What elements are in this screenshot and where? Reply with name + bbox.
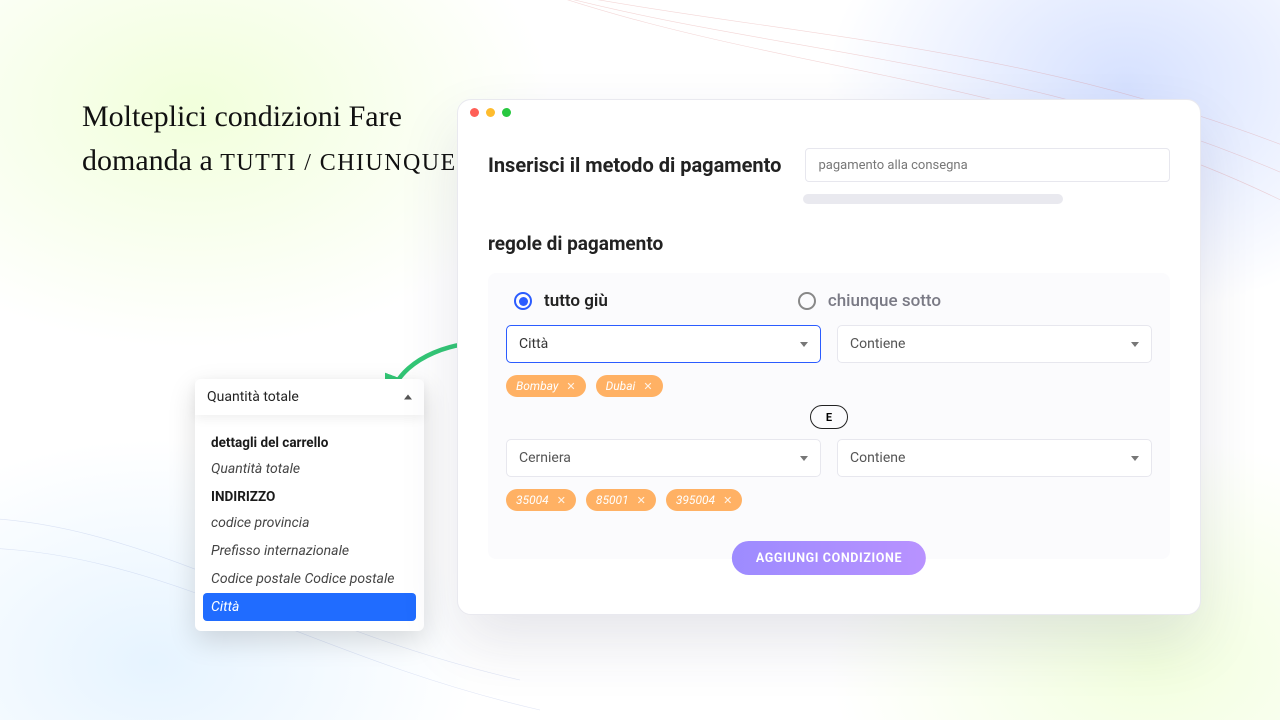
filter-chip[interactable]: 395004✕: [666, 489, 742, 511]
remove-chip-icon[interactable]: ✕: [723, 494, 732, 507]
filter-chip[interactable]: Bombay✕: [506, 375, 586, 397]
rule2-field-select[interactable]: Cerniera: [506, 439, 821, 477]
minimize-icon[interactable]: [486, 108, 495, 117]
section-payment-method-title: Inserisci il metodo di pagamento: [488, 153, 781, 177]
remove-chip-icon[interactable]: ✕: [566, 380, 575, 393]
field-dropdown-popover: Quantità totale dettagli del carrelloQua…: [195, 379, 424, 631]
chevron-down-icon: [800, 342, 808, 347]
zoom-icon[interactable]: [502, 108, 511, 117]
rules-card: Inserisci il metodo di pagamento pagamen…: [457, 99, 1201, 615]
remove-chip-icon[interactable]: ✕: [643, 380, 652, 393]
window-titlebar: [458, 100, 1200, 120]
headline-line1: Molteplici condizioni Fare: [82, 100, 402, 133]
rule1-field-select[interactable]: Città: [506, 325, 821, 363]
chevron-down-icon: [1131, 342, 1139, 347]
radio-off-icon: [798, 292, 816, 310]
add-condition-button[interactable]: AGGIUNGI CONDIZIONE: [732, 541, 926, 575]
section-rules-title: regole di pagamento: [488, 232, 1170, 255]
rule2-chips: 35004✕ 85001✕ 395004✕: [506, 489, 1152, 511]
filter-chip[interactable]: 35004✕: [506, 489, 576, 511]
rules-panel: tutto giù chiunque sotto Città Contiene …: [488, 273, 1170, 559]
remove-chip-icon[interactable]: ✕: [557, 494, 566, 507]
radio-on-icon: [514, 292, 532, 310]
filter-chip[interactable]: 85001✕: [586, 489, 656, 511]
remove-chip-icon[interactable]: ✕: [637, 494, 646, 507]
close-icon[interactable]: [470, 108, 479, 117]
rule1-op-select[interactable]: Contiene: [837, 325, 1152, 363]
payment-method-input[interactable]: pagamento alla consegna: [805, 148, 1170, 182]
group-label: dettagli del carrello: [203, 429, 416, 455]
combo-current-value[interactable]: Quantità totale: [195, 379, 424, 415]
dropdown-item[interactable]: Prefisso internazionale: [203, 537, 416, 565]
and-connector: E: [810, 405, 848, 429]
rule1-chips: Bombay✕ Dubai✕: [506, 375, 1152, 397]
radio-any-below[interactable]: chiunque sotto: [798, 291, 941, 311]
group-label: INDIRIZZO: [203, 483, 416, 509]
loading-placeholder: [803, 194, 1063, 204]
dropdown-item[interactable]: Città: [203, 593, 416, 621]
chevron-down-icon: [800, 456, 808, 461]
headline-line2-pre: domanda a: [82, 144, 220, 177]
radio-all-below[interactable]: tutto giù: [514, 291, 608, 311]
filter-chip[interactable]: Dubai✕: [596, 375, 663, 397]
rule2-op-select[interactable]: Contiene: [837, 439, 1152, 477]
headline-smallcaps: TUTTI / CHIUNQUE: [220, 150, 456, 176]
dropdown-item[interactable]: Quantità totale: [203, 455, 416, 483]
page-title: Molteplici condizioni Fare domanda a TUT…: [82, 95, 462, 182]
chevron-down-icon: [1131, 456, 1139, 461]
dropdown-item[interactable]: codice provincia: [203, 509, 416, 537]
dropdown-item[interactable]: Codice postale Codice postale: [203, 565, 416, 593]
